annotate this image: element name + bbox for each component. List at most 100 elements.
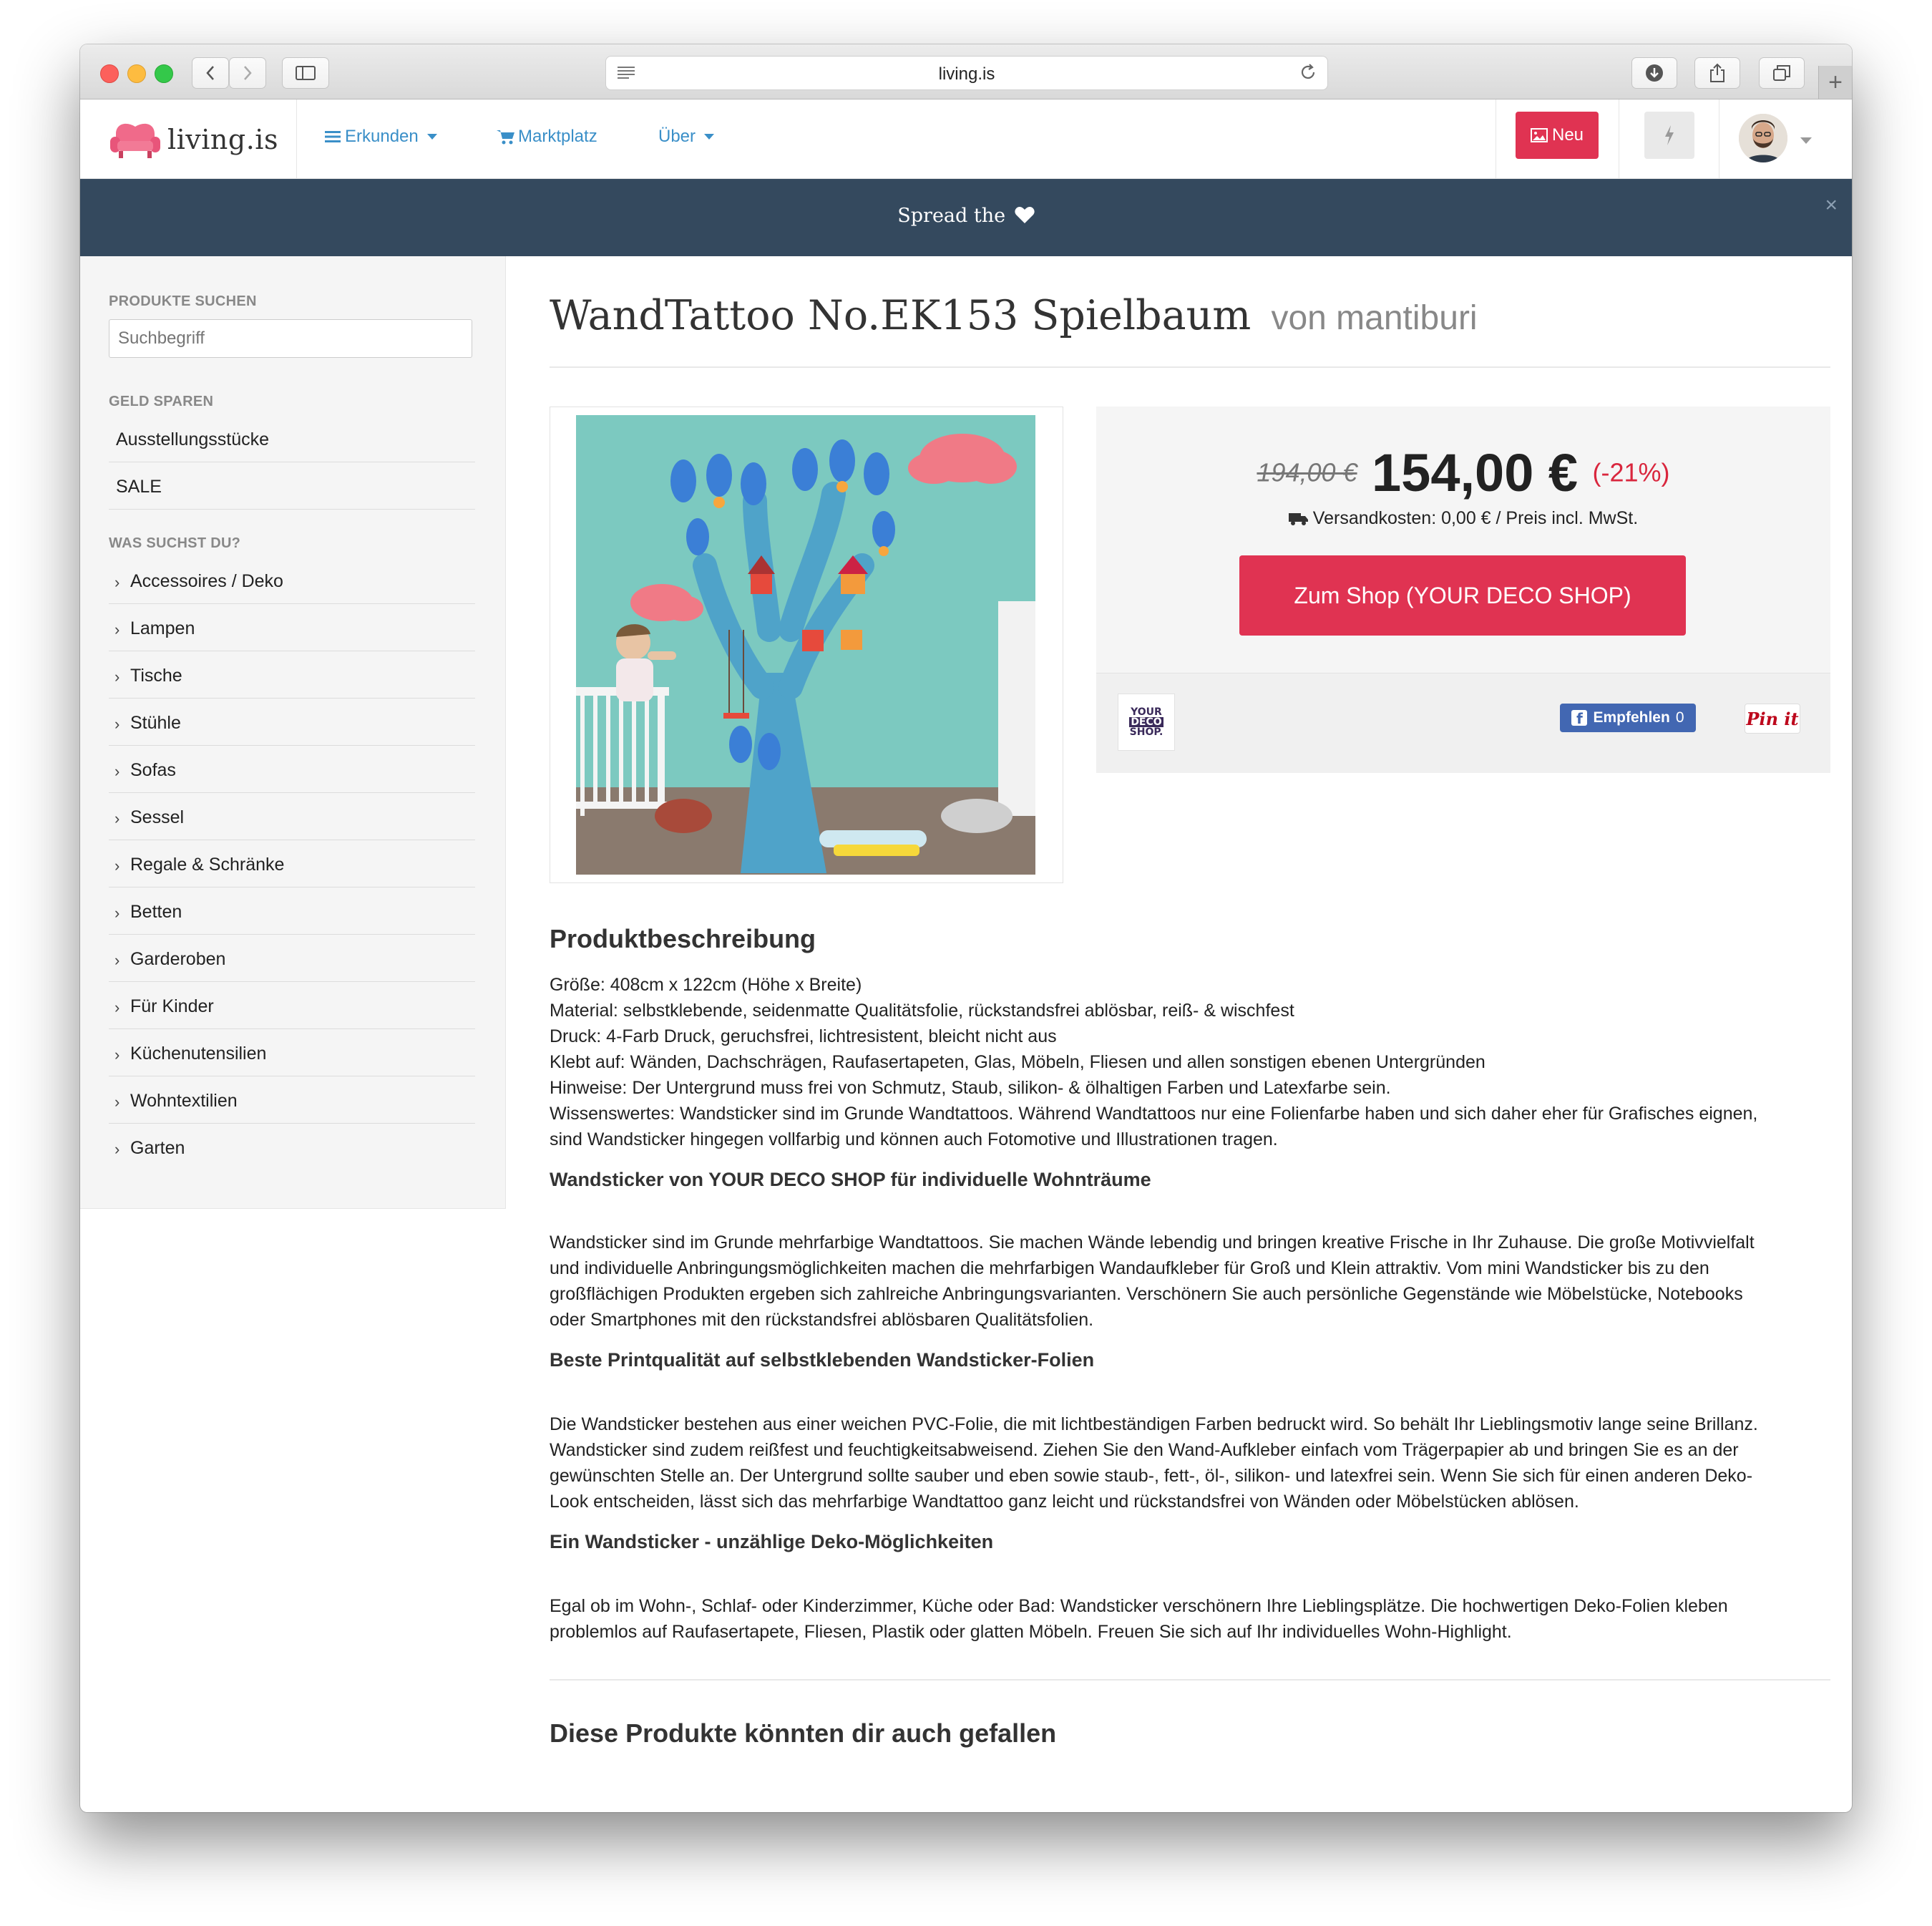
pinterest-pin-label: Pin it	[1746, 708, 1799, 729]
section-line: problemlos auf Raufasertapete, Fliesen, …	[550, 1622, 1512, 1642]
sidebar-item-ausstellungsstuecke[interactable]: Ausstellungsstücke	[109, 415, 475, 462]
product-author[interactable]: von mantiburi	[1271, 299, 1477, 337]
chevron-right-icon: ›	[114, 904, 120, 922]
section-line: Look entscheiden, lässt sich das mehrfar…	[550, 1492, 1579, 1512]
current-price: 154,00 €	[1372, 443, 1579, 502]
facebook-recommend-label: Empfehlen	[1593, 709, 1670, 726]
plus-icon: +	[1828, 68, 1843, 96]
sidebar-item-betten[interactable]: › Betten	[109, 887, 475, 935]
truck-icon	[1288, 512, 1308, 525]
pinterest-pin-button[interactable]: Pin it	[1745, 704, 1800, 734]
sidebar-item-label: Accessoires / Deko	[130, 571, 283, 591]
site-navbar: living.is Erkunden Marktplatz Über Neu	[80, 99, 1852, 179]
sidebar: PRODUKTE SUCHEN GELD SPAREN Ausstellungs…	[80, 256, 506, 1209]
sidebar-item-tische[interactable]: › Tische	[109, 651, 475, 699]
shop-logo-line: YOUR	[1131, 706, 1162, 718]
section-line: großflächigen Produkten ergeben sich zah…	[550, 1284, 1743, 1304]
sidebar-item-label: Wohntextilien	[130, 1091, 238, 1111]
sidebar-item-label: Für Kinder	[130, 996, 214, 1016]
sidebar-item-label: Tische	[130, 666, 182, 686]
divider	[550, 366, 1830, 368]
download-icon	[1646, 64, 1663, 82]
spread-banner: Spread the ×	[80, 179, 1852, 256]
chevron-right-icon: ›	[114, 809, 120, 827]
sidebar-item-sofas[interactable]: › Sofas	[109, 746, 475, 793]
sidebar-toggle-button[interactable]	[282, 57, 329, 89]
chevron-right-icon: ›	[114, 573, 120, 591]
armchair-logo-icon	[110, 123, 160, 158]
sidebar-item-wohntextilien[interactable]: › Wohntextilien	[109, 1076, 475, 1124]
main-content: WandTattoo No.EK153 Spielbaum von mantib…	[505, 256, 1852, 1812]
spec-line: Druck: 4-Farb Druck, geruchsfrei, lichtr…	[550, 1026, 1057, 1046]
chevron-right-icon: ›	[114, 857, 120, 875]
product-image-frame[interactable]	[550, 407, 1063, 883]
address-bar[interactable]: living.is	[605, 56, 1328, 90]
section-title: Ein Wandsticker - unzählige Deko-Möglich…	[550, 1531, 994, 1552]
product-search-input[interactable]	[109, 319, 472, 358]
chevron-right-icon: ›	[114, 1093, 120, 1111]
sidebar-item-lampen[interactable]: › Lampen	[109, 604, 475, 651]
sidebar-item-garderoben[interactable]: › Garderoben	[109, 935, 475, 982]
related-products-heading: Diese Produkte könnten dir auch gefallen	[550, 1718, 1057, 1748]
sidebar-search-heading: PRODUKTE SUCHEN	[109, 293, 257, 309]
caret-down-icon	[704, 134, 715, 140]
new-post-button[interactable]: Neu	[1516, 112, 1599, 159]
new-tab-button[interactable]: +	[1818, 66, 1852, 99]
nav-divider	[296, 99, 297, 178]
shop-logo-line: SHOP.	[1129, 726, 1163, 738]
back-button[interactable]	[192, 57, 229, 89]
spec-line: Wissenswertes: Wandsticker sind im Grund…	[550, 1104, 1758, 1124]
zoom-window-button[interactable]	[155, 64, 173, 83]
sidebar-item-sale[interactable]: SALE	[109, 462, 475, 510]
go-to-shop-button[interactable]: Zum Shop (YOUR DECO SHOP)	[1239, 555, 1686, 636]
tabs-overview-button[interactable]	[1759, 57, 1805, 89]
shop-logo[interactable]: YOUR DECO SHOP.	[1118, 694, 1175, 751]
site-logo[interactable]: living.is	[109, 120, 278, 160]
section-line: Egal ob im Wohn-, Schlaf- oder Kinderzim…	[550, 1596, 1728, 1616]
chevron-right-icon: ›	[114, 998, 120, 1016]
banner-text-wrap: Spread the	[80, 205, 1852, 227]
banner-text: Spread the	[897, 205, 1006, 227]
brand-name: living.is	[167, 124, 278, 155]
nav-erkunden[interactable]: Erkunden	[325, 127, 437, 147]
user-avatar[interactable]	[1739, 114, 1787, 162]
nav-marktplatz-label: Marktplatz	[518, 127, 597, 146]
section-title: Beste Printqualität auf selbstklebenden …	[550, 1349, 1095, 1371]
sidebar-item-label: Sessel	[130, 807, 185, 827]
sidebar-save-heading: GELD SPAREN	[109, 394, 214, 409]
minimize-window-button[interactable]	[127, 64, 146, 83]
cart-icon	[497, 130, 514, 145]
sidebar-item-label: SALE	[116, 477, 162, 497]
sidebar-item-fuer-kinder[interactable]: › Für Kinder	[109, 982, 475, 1029]
sidebar-item-garten[interactable]: › Garten	[109, 1124, 475, 1171]
caret-down-icon[interactable]	[1800, 137, 1812, 144]
close-banner-button[interactable]: ×	[1825, 193, 1838, 218]
divider	[550, 1679, 1830, 1681]
chevron-right-icon: ›	[114, 762, 120, 780]
downloads-button[interactable]	[1631, 57, 1677, 89]
bolt-icon	[1665, 125, 1674, 145]
close-window-button[interactable]	[100, 64, 119, 83]
share-button[interactable]	[1694, 57, 1740, 89]
sidebar-item-kuechenutensilien[interactable]: › Küchenutensilien	[109, 1029, 475, 1076]
section-line: oder Smartphones mit den rückstandsfrei …	[550, 1310, 1094, 1330]
nav-ueber[interactable]: Über	[658, 127, 715, 147]
product-title-wrap: WandTattoo No.EK153 Spielbaum von mantib…	[550, 292, 1478, 339]
sidebar-categories-heading: WAS SUCHST DU?	[109, 535, 241, 551]
sidebar-item-accessoires[interactable]: › Accessoires / Deko	[109, 557, 475, 604]
chevron-right-icon: ›	[114, 715, 120, 733]
sidebar-item-regale[interactable]: › Regale & Schränke	[109, 840, 475, 887]
price-box-footer: YOUR DECO SHOP. f Empfehlen 0 Pin it	[1096, 673, 1830, 773]
section-title: Wandsticker von YOUR DECO SHOP für indiv…	[550, 1169, 1151, 1190]
forward-button[interactable]	[229, 57, 266, 89]
description-heading: Produktbeschreibung	[550, 924, 816, 953]
nav-marktplatz[interactable]: Marktplatz	[497, 127, 597, 147]
section-line: Wandsticker sind zudem reißfest und feuc…	[550, 1440, 1739, 1460]
reload-icon[interactable]	[1299, 63, 1317, 82]
sidebar-item-stuehle[interactable]: › Stühle	[109, 699, 475, 746]
activity-button[interactable]	[1644, 112, 1694, 159]
sidebar-item-sessel[interactable]: › Sessel	[109, 793, 475, 840]
facebook-recommend-button[interactable]: f Empfehlen 0	[1560, 704, 1696, 732]
browser-titlebar: living.is +	[80, 44, 1852, 99]
section-line: und individuelle Anbringungsmöglichkeite…	[550, 1258, 1709, 1278]
